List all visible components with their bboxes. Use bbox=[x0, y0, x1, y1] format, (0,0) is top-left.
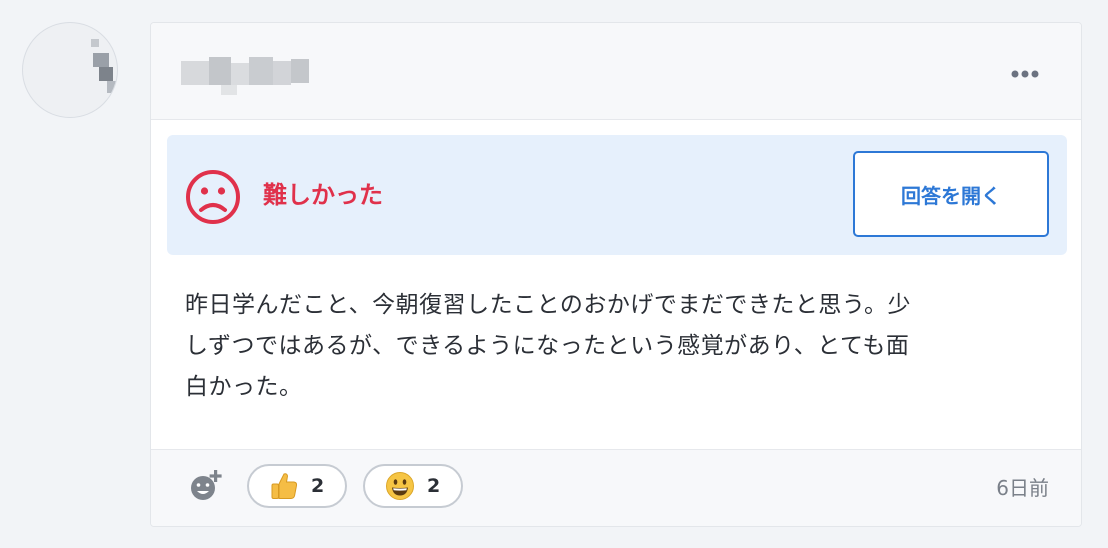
post-header bbox=[151, 23, 1081, 120]
thumbs-up-icon bbox=[271, 473, 298, 499]
open-answer-button[interactable]: 回答を開く bbox=[853, 151, 1049, 237]
post-timestamp: 6日前 bbox=[996, 476, 1049, 500]
post-card: 難しかった 回答を開く 昨日学んだこと、今朝復習したことのおかげでまだできたと思… bbox=[150, 22, 1082, 527]
reaction-count: 2 bbox=[311, 475, 325, 497]
reaction-grinning-face[interactable]: 2 bbox=[363, 464, 463, 508]
sad-face-icon bbox=[186, 170, 240, 224]
reaction-thumbs-up[interactable]: 2 bbox=[247, 464, 347, 508]
avatar[interactable] bbox=[22, 22, 118, 118]
avatar-pixel bbox=[93, 53, 109, 67]
difficulty-result: 難しかった 回答を開く bbox=[167, 135, 1067, 255]
reaction-count: 2 bbox=[427, 475, 441, 497]
comment-line: しずつではあるが、できるようになったという感覚があり、とても面 bbox=[185, 333, 910, 359]
avatar-pixel bbox=[99, 67, 113, 81]
grinning-face-icon bbox=[386, 472, 414, 500]
username-blurred bbox=[181, 57, 311, 97]
avatar-pixel bbox=[107, 81, 117, 93]
more-options-icon[interactable] bbox=[1011, 63, 1039, 83]
avatar-pixel bbox=[91, 39, 99, 47]
post-footer: 2 2 6日前 bbox=[151, 449, 1081, 526]
add-reaction-icon[interactable] bbox=[189, 468, 223, 502]
comment-line: 昨日学んだこと、今朝復習したことのおかげでまだできたと思う。少 bbox=[185, 292, 911, 318]
comment-line: 白かった。 bbox=[185, 374, 303, 400]
comment-body: 昨日学んだこと、今朝復習したことのおかげでまだできたと思う。少 しずつではあるが… bbox=[185, 285, 1065, 408]
difficulty-label: 難しかった bbox=[263, 181, 383, 209]
